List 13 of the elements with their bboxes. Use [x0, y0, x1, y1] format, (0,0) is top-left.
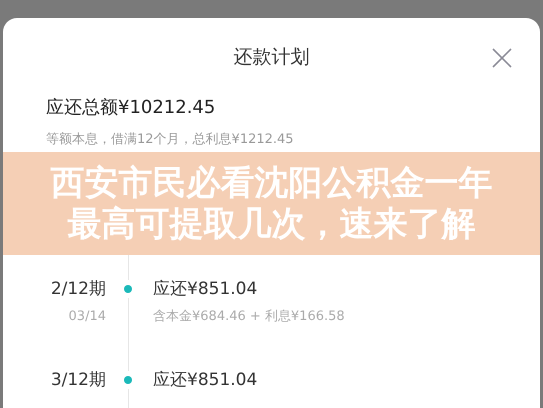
installment-date: 03/14 [68, 308, 106, 326]
installment-period: 3/12期 [50, 369, 106, 391]
close-icon[interactable] [492, 48, 512, 68]
installment-amount: 应还¥851.04 [152, 369, 258, 391]
installment-period: 2/12期 [50, 278, 106, 300]
total-amount: 应还总额¥10212.45 [46, 97, 216, 119]
sheet-title: 还款计划 [234, 45, 310, 70]
timeline-dot-icon [124, 285, 132, 293]
banner-headline: 西安市民必看沈阳公积金一年最高可提取几次，速来了解 [50, 162, 494, 244]
installment-breakdown: 含本金¥684.46 + 利息¥166.58 [152, 308, 346, 326]
installment-amount: 应还¥851.04 [152, 278, 258, 300]
loan-summary: 等额本息，借满12个月，总利息¥1212.45 [46, 131, 295, 149]
timeline-dot-icon [124, 376, 132, 384]
